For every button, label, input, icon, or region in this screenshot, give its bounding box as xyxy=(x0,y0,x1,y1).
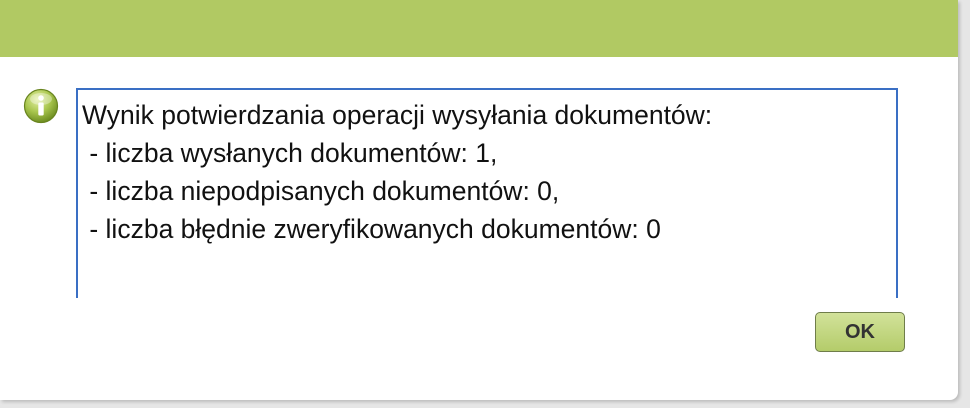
message-line: - liczba niepodpisanych dokumentów: 0, xyxy=(82,176,560,206)
message-line: - liczba wysłanych dokumentów: 1, xyxy=(82,138,498,168)
message-line: Wynik potwierdzania operacji wysyłania d… xyxy=(82,100,713,130)
message-textarea[interactable]: Wynik potwierdzania operacji wysyłania d… xyxy=(76,88,898,298)
message-dialog: Wynik potwierdzania operacji wysyłania d… xyxy=(0,0,958,400)
info-icon xyxy=(23,88,59,124)
ok-button[interactable]: OK xyxy=(815,312,905,352)
message-line: - liczba błędnie zweryfikowanych dokumen… xyxy=(82,214,661,244)
dialog-titlebar[interactable] xyxy=(0,0,958,57)
